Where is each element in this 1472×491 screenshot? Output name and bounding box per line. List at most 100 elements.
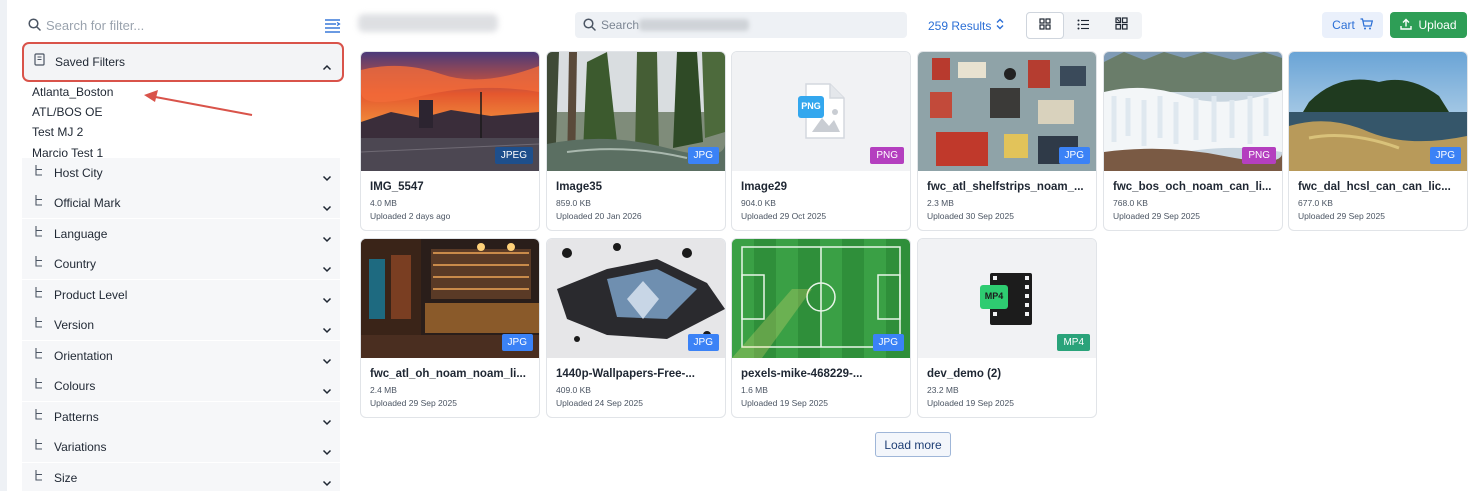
asset-thumbnail[interactable]: PNG PNG xyxy=(732,52,910,171)
upload-button[interactable]: Upload xyxy=(1390,12,1467,38)
filter-sidebar: Saved Filters Atlanta_Boston ATL/BOS OE … xyxy=(22,8,344,491)
filter-group-country[interactable]: Country xyxy=(22,249,340,279)
asset-card[interactable]: MP4 MP4 dev_demo (2) 23.2 MB Uploaded 19… xyxy=(917,238,1097,418)
filter-group-label: Size xyxy=(54,471,78,485)
asset-size: 2.4 MB xyxy=(370,385,397,395)
asset-name[interactable]: Image35 xyxy=(556,181,718,193)
upload-button-label: Upload xyxy=(1418,18,1457,32)
asset-name[interactable]: fwc_bos_och_noam_can_li... xyxy=(1113,181,1275,193)
asset-search-placeholder: Search xyxy=(601,18,640,32)
asset-upload-date: Uploaded 29 Oct 2025 xyxy=(741,211,827,221)
asset-size: 859.0 KB xyxy=(556,198,591,208)
asset-name[interactable]: pexels-mike-468229-... xyxy=(741,368,903,380)
tree-icon xyxy=(34,438,44,456)
filter-search-input[interactable] xyxy=(46,14,306,36)
asset-card[interactable]: JPEG IMG_5547 4.0 MB Uploaded 2 days ago xyxy=(360,51,540,231)
search-icon xyxy=(583,18,596,36)
chevron-down-icon xyxy=(322,413,332,431)
tree-icon xyxy=(34,408,44,426)
asset-name[interactable]: fwc_atl_oh_noam_noam_li... xyxy=(370,368,532,380)
asset-upload-date: Uploaded 19 Sep 2025 xyxy=(927,398,1014,408)
file-type-badge: JPG xyxy=(501,334,533,351)
asset-card[interactable]: PNG fwc_bos_och_noam_can_li... 768.0 KB … xyxy=(1103,51,1283,231)
asset-name[interactable]: dev_demo (2) xyxy=(927,368,1089,380)
asset-thumbnail[interactable]: JPEG xyxy=(361,52,539,171)
saved-filter-item[interactable]: ATL/BOS OE xyxy=(32,105,102,119)
file-type-badge: MP4 xyxy=(1057,334,1090,351)
filter-group-label: Colours xyxy=(54,379,96,393)
asset-thumbnail[interactable]: JPG xyxy=(361,239,539,358)
filter-group-label: Product Level xyxy=(54,288,128,302)
chevron-down-icon xyxy=(322,352,332,370)
file-type-badge: JPEG xyxy=(494,147,533,164)
png-file-icon-text: PNG xyxy=(801,101,821,111)
asset-thumbnail[interactable]: JPG xyxy=(918,52,1096,171)
tree-icon xyxy=(34,347,44,365)
chevron-down-icon xyxy=(322,260,332,278)
filter-group-colours[interactable]: Colours xyxy=(22,371,340,401)
blurred-search-text xyxy=(639,19,749,31)
asset-thumbnail[interactable]: JPG xyxy=(547,239,725,358)
tree-icon xyxy=(34,286,44,304)
asset-upload-date: Uploaded 20 Jan 2026 xyxy=(556,211,642,221)
asset-upload-date: Uploaded 29 Sep 2025 xyxy=(370,398,457,408)
tree-icon xyxy=(34,194,44,212)
file-type-badge: JPG xyxy=(687,334,719,351)
filter-search-box[interactable] xyxy=(26,10,341,40)
filter-group-version[interactable]: Version xyxy=(22,310,340,340)
asset-card[interactable]: JPG Image35 859.0 KB Uploaded 20 Jan 202… xyxy=(546,51,726,231)
asset-name[interactable]: fwc_dal_hcsl_can_can_lic... xyxy=(1298,181,1460,193)
filter-group-language[interactable]: Language xyxy=(22,219,340,249)
file-type-badge: JPG xyxy=(1058,147,1090,164)
tree-icon xyxy=(34,316,44,334)
search-icon xyxy=(28,18,41,36)
asset-name[interactable]: IMG_5547 xyxy=(370,181,532,193)
filter-group-product-level[interactable]: Product Level xyxy=(22,280,340,310)
tree-icon xyxy=(34,164,44,182)
results-count-dropdown[interactable]: 259 Results xyxy=(928,18,1004,33)
filter-settings-icon[interactable] xyxy=(324,18,341,38)
asset-name[interactable]: fwc_atl_shelfstrips_noam_... xyxy=(927,181,1089,193)
asset-card[interactable]: PNG PNG Image29 904.0 KB Uploaded 29 Oct… xyxy=(731,51,911,231)
mp4-file-icon-text: MP4 xyxy=(984,291,1004,301)
asset-card[interactable]: JPG pexels-mike-468229-... 1.6 MB Upload… xyxy=(731,238,911,418)
asset-card[interactable]: JPG 1440p-Wallpapers-Free-... 409.0 KB U… xyxy=(546,238,726,418)
asset-thumbnail[interactable]: PNG xyxy=(1104,52,1282,171)
asset-card[interactable]: JPG fwc_atl_shelfstrips_noam_... 2.3 MB … xyxy=(917,51,1097,231)
filter-group-variations[interactable]: Variations xyxy=(22,432,340,462)
asset-thumbnail[interactable]: MP4 MP4 xyxy=(918,239,1096,358)
filter-group-host-city[interactable]: Host City xyxy=(22,158,340,188)
asset-card[interactable]: JPG fwc_atl_oh_noam_noam_li... 2.4 MB Up… xyxy=(360,238,540,418)
filter-group-orientation[interactable]: Orientation xyxy=(22,341,340,371)
saved-filter-item[interactable]: Atlanta_Boston xyxy=(32,85,113,99)
asset-search-box[interactable]: Search xyxy=(575,12,907,38)
compact-grid-view-button[interactable] xyxy=(1102,12,1140,39)
load-more-button[interactable]: Load more xyxy=(875,432,951,457)
asset-thumbnail[interactable]: JPG xyxy=(1289,52,1467,171)
filter-group-label: Version xyxy=(54,318,95,332)
asset-thumbnail[interactable]: JPG xyxy=(732,239,910,358)
grid-view-button[interactable] xyxy=(1026,12,1064,39)
asset-upload-date: Uploaded 24 Sep 2025 xyxy=(556,398,643,408)
asset-name[interactable]: Image29 xyxy=(741,181,903,193)
filter-group-label: Variations xyxy=(54,440,107,454)
chevron-down-icon xyxy=(322,230,332,248)
filter-group-label: Country xyxy=(54,257,97,271)
asset-name[interactable]: 1440p-Wallpapers-Free-... xyxy=(556,368,718,380)
chevron-down-icon xyxy=(322,199,332,217)
saved-filters-header[interactable]: Saved Filters xyxy=(22,42,344,82)
filter-group-label: Official Mark xyxy=(54,196,121,210)
asset-size: 1.6 MB xyxy=(741,385,768,395)
filter-group-patterns[interactable]: Patterns xyxy=(22,402,340,432)
tree-icon xyxy=(34,377,44,395)
file-type-badge: PNG xyxy=(1242,147,1276,164)
asset-thumbnail[interactable]: JPG xyxy=(547,52,725,171)
chevron-down-icon xyxy=(322,443,332,461)
asset-card[interactable]: JPG fwc_dal_hcsl_can_can_lic... 677.0 KB… xyxy=(1288,51,1468,231)
saved-filter-item[interactable]: Test MJ 2 xyxy=(32,125,83,139)
list-view-button[interactable] xyxy=(1064,12,1102,39)
filter-group-official-mark[interactable]: Official Mark xyxy=(22,188,340,218)
cart-button[interactable]: Cart xyxy=(1322,12,1383,38)
asset-upload-date: Uploaded 19 Sep 2025 xyxy=(741,398,828,408)
filter-group-size[interactable]: Size xyxy=(22,463,340,491)
